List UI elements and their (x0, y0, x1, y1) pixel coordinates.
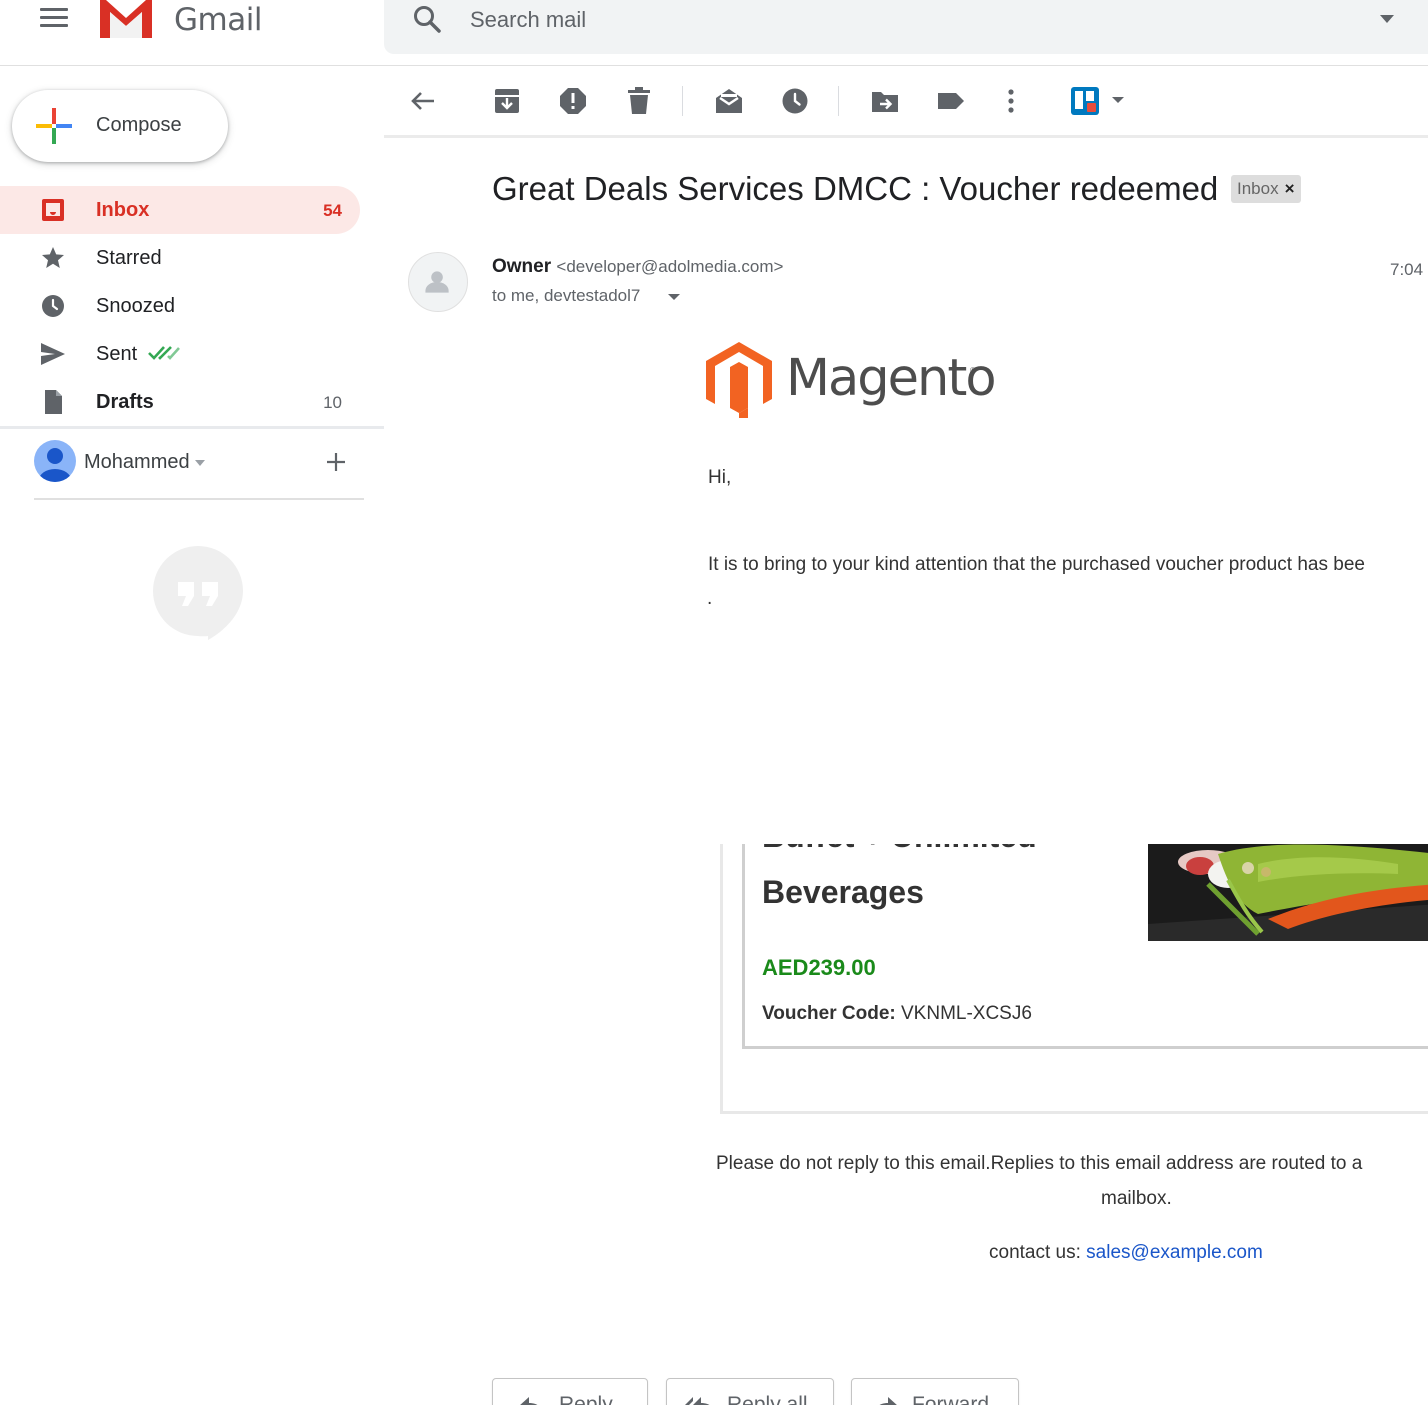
draft-count: 10 (323, 393, 342, 412)
sidebar-item-starred[interactable]: Starred (0, 234, 360, 282)
product-image (1148, 844, 1428, 941)
forward-button[interactable]: Forward (851, 1378, 1019, 1405)
double-check-icon (148, 346, 180, 360)
toolbar-divider (838, 86, 839, 116)
app-title: Gmail (174, 2, 262, 38)
label-icon[interactable] (936, 86, 966, 116)
magento-wordmark: Magento (786, 349, 997, 408)
move-to-icon[interactable] (870, 86, 900, 116)
no-reply-note: Please do not reply to this email.Replie… (716, 1153, 1363, 1174)
search-options-icon[interactable] (1380, 15, 1394, 23)
more-vert-icon[interactable] (996, 86, 1026, 116)
sidebar-item-sent[interactable]: Sent (0, 330, 360, 378)
back-arrow-icon[interactable] (408, 86, 438, 116)
show-details-icon[interactable] (668, 294, 680, 300)
message-toolbar (384, 66, 1428, 138)
star-icon (42, 247, 64, 268)
voucher-code: VKNML-XCSJ6 (901, 1003, 1032, 1024)
message-subject: Great Deals Services DMCC : Voucher rede… (492, 170, 1219, 207)
scroll-clip (700, 780, 1428, 844)
sidebar-item-inbox[interactable]: Inbox 54 (0, 186, 360, 234)
sidebar-divider (0, 426, 384, 429)
search-input[interactable]: Search mail (470, 7, 586, 33)
sender-avatar[interactable] (408, 252, 468, 312)
sidebar-item-label: Sent (96, 343, 138, 365)
message-time: 7:04 (1390, 260, 1424, 279)
snooze-icon[interactable] (780, 86, 810, 116)
avatar[interactable] (34, 440, 76, 482)
email-paragraph: It is to bring to your kind attention th… (708, 554, 1365, 575)
delete-icon[interactable] (624, 86, 654, 116)
magento-logo-icon (706, 342, 772, 418)
hangouts-account[interactable]: Mohammed (34, 440, 364, 500)
reply-all-button[interactable]: Reply all (666, 1378, 834, 1405)
archive-icon[interactable] (492, 86, 522, 116)
gmail-logo-icon[interactable] (98, 0, 154, 40)
recipients: to me, devtestadol7 (492, 286, 641, 305)
email-greeting: Hi, (708, 467, 732, 488)
sender-email: <developer@adolmedia.com> (556, 257, 784, 276)
mark-unread-icon[interactable] (714, 86, 744, 116)
forward-icon (879, 1397, 897, 1405)
forward-label: Forward (912, 1393, 990, 1405)
app-header: Gmail Search mail (0, 0, 1428, 66)
reply-all-icon (685, 1397, 710, 1405)
add-icon[interactable] (324, 450, 348, 474)
account-name: Mohammed (84, 451, 190, 473)
remove-label-icon[interactable]: × (1285, 175, 1295, 203)
reply-all-label: Reply all (727, 1393, 808, 1405)
person-icon (425, 271, 449, 293)
contact-line: contact us: sales@example.com (989, 1242, 1263, 1264)
voucher-code-line: Voucher Code: VKNML-XCSJ6 (762, 1003, 1032, 1025)
sidebar-item-label: Starred (96, 247, 162, 269)
label-chip-text: Inbox (1237, 179, 1279, 198)
email-paragraph-end: . (707, 588, 713, 609)
reply-button[interactable]: Reply (492, 1378, 648, 1405)
clock-icon (42, 295, 64, 317)
person-icon (39, 448, 71, 482)
inbox-icon (42, 199, 64, 221)
trello-addon-icon[interactable] (1070, 86, 1126, 116)
hangouts-icon (153, 546, 243, 640)
sidebar-item-snoozed[interactable]: Snoozed (0, 282, 360, 330)
sender-name[interactable]: Owner (492, 256, 551, 277)
reply-label: Reply (559, 1393, 613, 1405)
no-reply-note-cont: mailbox. (1101, 1188, 1172, 1209)
contact-label: contact us: (989, 1242, 1081, 1263)
main-menu-icon[interactable] (40, 8, 68, 30)
voucher-code-label: Voucher Code: (762, 1003, 896, 1024)
search-bar[interactable]: Search mail (384, 0, 1428, 54)
unread-count: 54 (323, 201, 342, 220)
sidebar-item-label: Drafts (96, 391, 154, 413)
label-chip-inbox: Inbox × (1231, 175, 1301, 203)
chevron-down-icon[interactable] (195, 460, 205, 466)
send-icon (41, 343, 65, 365)
sidebar-item-label: Snoozed (96, 295, 175, 317)
sender-info: Owner <developer@adolmedia.com> (492, 256, 783, 278)
registered-mark: ® (970, 366, 976, 375)
search-icon[interactable] (412, 4, 442, 34)
compose-button[interactable]: Compose (12, 90, 228, 162)
toolbar-divider (682, 86, 683, 116)
sidebar-item-label: Inbox (96, 199, 150, 221)
draft-icon (45, 390, 62, 414)
voucher-price: AED239.00 (762, 955, 876, 980)
contact-email-link[interactable]: sales@example.com (1086, 1242, 1263, 1263)
reply-icon (520, 1397, 538, 1405)
compose-plus-icon (36, 108, 72, 144)
compose-label: Compose (96, 114, 182, 136)
report-spam-icon[interactable] (558, 86, 588, 116)
sidebar-item-drafts[interactable]: Drafts 10 (0, 378, 360, 426)
